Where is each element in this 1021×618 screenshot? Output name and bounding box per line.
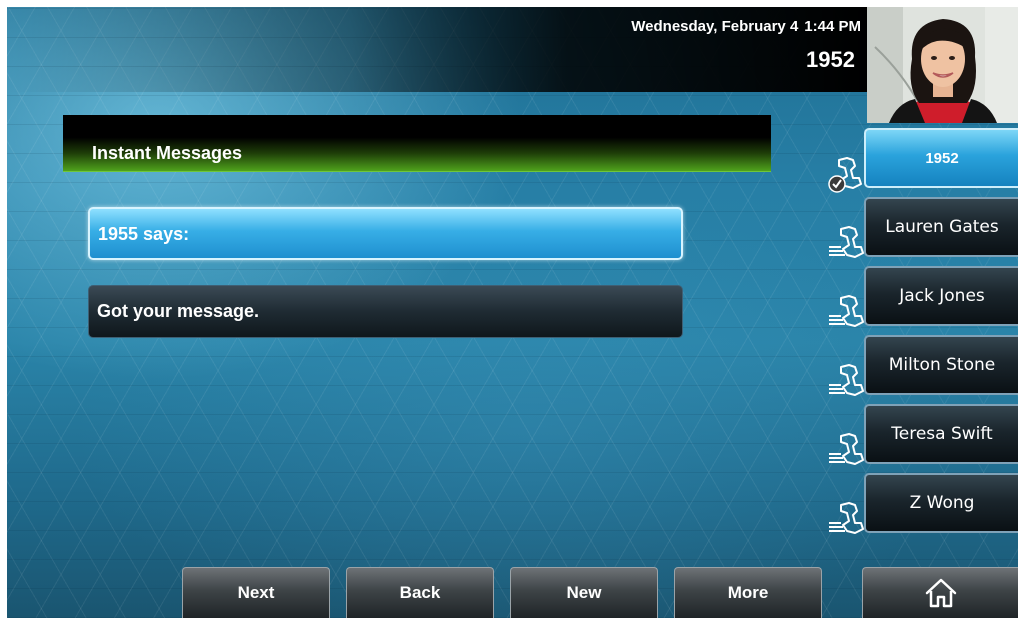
new-button[interactable]: New — [510, 567, 658, 618]
line-key-z-wong[interactable]: Z Wong — [864, 473, 1018, 533]
message-row-sender[interactable]: 1955 says: — [88, 207, 683, 260]
back-button[interactable]: Back — [346, 567, 494, 618]
message-row-body[interactable]: Got your message. — [88, 285, 683, 338]
contact-line-icon — [829, 502, 864, 534]
instant-messages-header: Instant Messages — [63, 115, 771, 172]
panel-title: Instant Messages — [92, 143, 243, 163]
line-key-jack-jones[interactable]: Jack Jones — [864, 266, 1018, 326]
registered-line-icon — [828, 157, 862, 193]
line-key-milton-stone[interactable]: Milton Stone — [864, 335, 1018, 395]
contact-line-icon — [829, 226, 864, 258]
extension-number: 1952 — [806, 47, 855, 72]
phone-screen: Wednesday, February 4 1:44 PM 1952 Instan… — [7, 7, 1018, 618]
date-time: Wednesday, February 4 1:44 PM — [631, 18, 861, 35]
home-button[interactable] — [862, 567, 1018, 618]
date-label: Wednesday, February 4 — [631, 18, 799, 35]
line-key-lauren-gates[interactable]: Lauren Gates — [864, 197, 1018, 257]
time-label: 1:44 PM — [804, 18, 861, 35]
home-icon — [925, 578, 956, 608]
next-button[interactable]: Next — [182, 567, 330, 618]
contact-line-icon — [829, 364, 864, 396]
avatar — [867, 7, 1018, 123]
contact-line-icon — [829, 295, 864, 327]
message-body-text: Got your message. — [97, 301, 260, 321]
avatar-photo — [867, 7, 1018, 123]
contact-line-icon — [829, 433, 864, 465]
line-key-1952[interactable]: 1952 — [864, 128, 1018, 188]
message-sender-text: 1955 says: — [98, 224, 190, 244]
line-key-teresa-swift[interactable]: Teresa Swift — [864, 404, 1018, 464]
more-button[interactable]: More — [674, 567, 822, 618]
